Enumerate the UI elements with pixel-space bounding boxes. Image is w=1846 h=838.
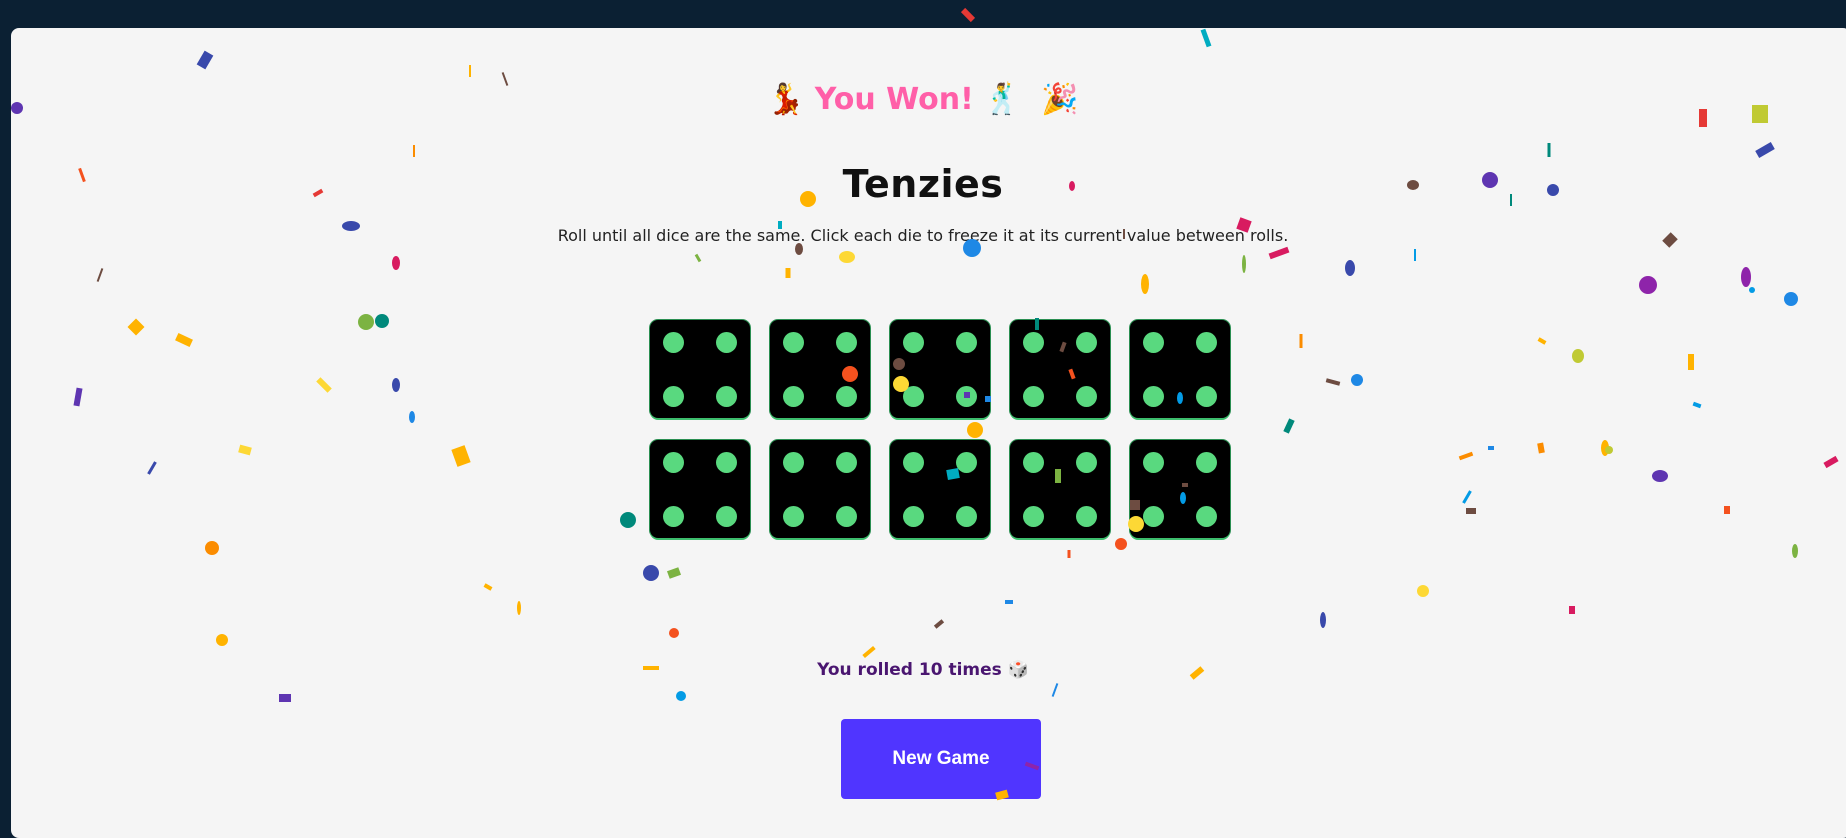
- page-title: Tenzies: [842, 162, 1004, 206]
- pip: [903, 332, 924, 353]
- pip: [956, 386, 977, 407]
- pip: [1143, 332, 1164, 353]
- pip: [663, 332, 684, 353]
- pip: [1023, 506, 1044, 527]
- win-message: You Won!: [814, 82, 974, 117]
- pip: [1023, 452, 1044, 473]
- win-banner: 💃 You Won! 🕺 🎉: [0, 82, 1846, 117]
- die[interactable]: [1130, 320, 1230, 418]
- pip: [716, 506, 737, 527]
- pip: [716, 452, 737, 473]
- pip: [956, 452, 977, 473]
- die[interactable]: [650, 320, 750, 418]
- pip: [1076, 506, 1097, 527]
- pip: [783, 386, 804, 407]
- dancer-man-icon: 🕺: [983, 82, 1022, 117]
- pip: [1076, 452, 1097, 473]
- pip: [783, 506, 804, 527]
- pip: [783, 452, 804, 473]
- pip: [663, 452, 684, 473]
- die[interactable]: [770, 320, 870, 418]
- pip: [716, 386, 737, 407]
- pip: [903, 506, 924, 527]
- pip: [1076, 386, 1097, 407]
- pip: [1196, 452, 1217, 473]
- confetti-piece: [960, 7, 976, 23]
- pip: [663, 386, 684, 407]
- pip: [1143, 386, 1164, 407]
- pip: [1023, 386, 1044, 407]
- die[interactable]: [1130, 440, 1230, 538]
- pip: [903, 452, 924, 473]
- pip: [836, 332, 857, 353]
- pip: [1076, 332, 1097, 353]
- die[interactable]: [770, 440, 870, 538]
- pip: [836, 386, 857, 407]
- pip: [1143, 506, 1164, 527]
- die[interactable]: [1010, 320, 1110, 418]
- dancer-woman-icon: 💃: [767, 82, 805, 117]
- roll-count: You rolled 10 times 🎲: [817, 660, 1029, 680]
- instructions-text: Roll until all dice are the same. Click …: [557, 226, 1289, 245]
- pip: [836, 506, 857, 527]
- pip: [716, 332, 737, 353]
- pip: [1196, 506, 1217, 527]
- pip: [1196, 386, 1217, 407]
- die[interactable]: [650, 440, 750, 538]
- party-popper-icon: 🎉: [1041, 82, 1079, 117]
- pip: [903, 386, 924, 407]
- pip: [836, 452, 857, 473]
- pip: [1143, 452, 1164, 473]
- pip: [663, 506, 684, 527]
- pip: [1196, 332, 1217, 353]
- die[interactable]: [1010, 440, 1110, 538]
- dice-grid: [650, 320, 1232, 540]
- new-game-button[interactable]: New Game: [841, 719, 1041, 799]
- pip: [1023, 332, 1044, 353]
- pip: [956, 332, 977, 353]
- pip: [783, 332, 804, 353]
- die[interactable]: [890, 440, 990, 538]
- pip: [956, 506, 977, 527]
- die[interactable]: [890, 320, 990, 418]
